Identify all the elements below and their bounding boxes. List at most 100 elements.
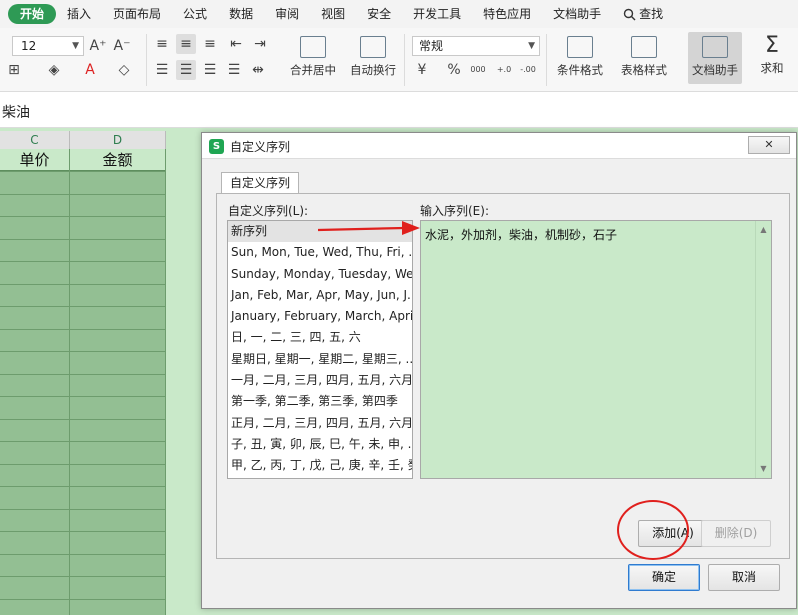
gridline xyxy=(0,486,166,487)
align-center-icon[interactable]: ☰ xyxy=(176,60,196,80)
gridline xyxy=(0,171,166,172)
auto-wrap-button[interactable]: 自动换行 xyxy=(348,36,398,78)
currency-icon[interactable]: ¥ xyxy=(412,60,432,80)
list-item[interactable]: 子, 丑, 寅, 卯, 辰, 巳, 午, 未, 申, ... xyxy=(228,434,412,455)
menu-home[interactable]: 开始 xyxy=(8,4,57,24)
cell-unit-price-header[interactable]: 单价 xyxy=(0,149,70,171)
align-left-icon[interactable]: ☰ xyxy=(152,60,172,80)
gridline xyxy=(0,284,166,285)
conditional-format-icon xyxy=(567,36,593,58)
column-header-d[interactable]: D xyxy=(70,131,166,149)
formula-value: 柴油 xyxy=(2,105,30,121)
ok-button[interactable]: 确定 xyxy=(628,564,700,591)
menu-features[interactable]: 特色应用 xyxy=(472,4,542,24)
menu-security[interactable]: 安全 xyxy=(356,4,402,24)
formula-bar[interactable]: 柴油 xyxy=(0,92,798,128)
list-item[interactable]: Sun, Mon, Tue, Wed, Thu, Fri, ... xyxy=(228,242,412,263)
font-color-icon[interactable]: A xyxy=(80,60,100,80)
indent-decrease-icon[interactable]: ⇤ xyxy=(226,34,246,54)
sum-button[interactable]: Σ 求和 xyxy=(752,34,792,76)
list-item[interactable]: 日, 一, 二, 三, 四, 五, 六 xyxy=(228,327,412,348)
menu-view[interactable]: 视图 xyxy=(310,4,356,24)
gridline xyxy=(0,441,166,442)
menu-bar: 开始 插入 页面布局 公式 数据 审阅 视图 安全 开发工具 特色应用 文档助手… xyxy=(0,0,798,28)
gridline xyxy=(0,599,166,600)
menu-data[interactable]: 数据 xyxy=(218,4,264,24)
merge-cells-icon xyxy=(300,36,326,58)
gridline xyxy=(0,509,166,510)
fill-color-icon[interactable]: ◈ xyxy=(44,60,64,80)
justify-icon[interactable]: ☰ xyxy=(224,60,244,80)
list-item[interactable]: 第一季, 第二季, 第三季, 第四季 xyxy=(228,391,412,412)
gridline xyxy=(0,374,166,375)
auto-wrap-label: 自动换行 xyxy=(350,63,396,77)
thousands-separator-icon[interactable]: 000 xyxy=(468,60,488,80)
menu-developer[interactable]: 开发工具 xyxy=(402,4,472,24)
merge-center-button[interactable]: 合并居中 xyxy=(284,36,342,78)
conditional-format-button[interactable]: 条件格式 xyxy=(552,36,608,78)
gridline xyxy=(0,329,166,330)
cell-amount-header[interactable]: 金额 xyxy=(70,149,166,171)
close-icon: ✕ xyxy=(764,138,774,151)
gridline xyxy=(0,464,166,465)
chevron-down-icon: ▼ xyxy=(72,41,79,51)
gridline xyxy=(0,576,166,577)
dialog-title: 自定义序列 xyxy=(230,140,291,154)
close-button[interactable]: ✕ xyxy=(748,136,790,154)
align-middle-icon[interactable]: ≡ xyxy=(176,34,196,54)
tab-custom-list[interactable]: 自定义序列 xyxy=(221,172,299,194)
list-item[interactable]: Sunday, Monday, Tuesday, We... xyxy=(228,264,412,285)
list-item[interactable]: 一月, 二月, 三月, 四月, 五月, 六月... xyxy=(228,370,412,391)
sequence-input[interactable]: 水泥，外加剂，柴油，机制砂，石子 ▲ ▼ xyxy=(420,220,772,479)
search-icon xyxy=(623,8,636,20)
delete-button[interactable]: 删除(D) xyxy=(701,520,771,547)
list-item[interactable]: 甲, 乙, 丙, 丁, 戊, 己, 庚, 辛, 壬, 癸 xyxy=(228,455,412,476)
sequence-input-value: 水泥，外加剂，柴油，机制砂，石子 xyxy=(425,228,618,242)
merge-center-label: 合并居中 xyxy=(290,63,336,77)
menu-review[interactable]: 审阅 xyxy=(264,4,310,24)
cell-grid[interactable]: 单价 金额 xyxy=(0,149,166,615)
list-item[interactable]: January, February, March, Apri... xyxy=(228,306,412,327)
doc-assistant-icon xyxy=(702,36,728,58)
custom-list-box[interactable]: 新序列 Sun, Mon, Tue, Wed, Thu, Fri, ... Sund… xyxy=(227,220,413,479)
percent-icon[interactable]: % xyxy=(444,60,464,80)
tab-panel: 自定义序列(L): 输入序列(E): 新序列 Sun, Mon, Tue, Wed… xyxy=(216,193,790,559)
menu-insert[interactable]: 插入 xyxy=(56,4,102,24)
column-header-c[interactable]: C xyxy=(0,131,70,149)
increase-decimal-icon[interactable]: +.0 xyxy=(494,60,514,80)
scroll-down-icon[interactable]: ▼ xyxy=(756,462,771,476)
list-item[interactable]: Jan, Feb, Mar, Apr, May, Jun, J... xyxy=(228,285,412,306)
doc-assistant-label: 文档助手 xyxy=(692,63,738,77)
list-item[interactable]: 星期日, 星期一, 星期二, 星期三, ... xyxy=(228,349,412,370)
eraser-icon[interactable]: ◇ xyxy=(114,60,134,80)
doc-assistant-button[interactable]: 文档助手 xyxy=(688,32,742,84)
font-size-select[interactable]: 12 ▼ xyxy=(12,36,84,56)
sequence-scrollbar[interactable]: ▲ ▼ xyxy=(755,221,771,478)
number-format-select[interactable]: 常规 ▼ xyxy=(412,36,540,56)
decrease-decimal-icon[interactable]: -.00 xyxy=(518,60,538,80)
cancel-button[interactable]: 取消 xyxy=(708,564,780,591)
align-top-icon[interactable]: ≡ xyxy=(152,34,172,54)
gridline xyxy=(0,531,166,532)
table-style-button[interactable]: 表格样式 xyxy=(616,36,672,78)
annotation-circle xyxy=(617,500,689,560)
align-bottom-icon[interactable]: ≡ xyxy=(200,34,220,54)
wps-logo-icon: S xyxy=(209,139,224,154)
list-item[interactable]: 正月, 二月, 三月, 四月, 五月, 六月... xyxy=(228,413,412,434)
align-right-icon[interactable]: ☰ xyxy=(200,60,220,80)
gridline xyxy=(0,194,166,195)
sum-label: 求和 xyxy=(760,61,784,75)
menu-page-layout[interactable]: 页面布局 xyxy=(102,4,172,24)
list-label: 自定义序列(L): xyxy=(228,204,309,218)
scroll-up-icon[interactable]: ▲ xyxy=(756,223,771,237)
menu-search[interactable]: 查找 xyxy=(612,4,674,24)
border-icon[interactable]: ⊞ xyxy=(4,60,24,80)
menu-doc-assistant[interactable]: 文档助手 xyxy=(542,4,612,24)
font-grow-icon[interactable]: A⁺ xyxy=(88,36,108,56)
gridline xyxy=(0,306,166,307)
font-shrink-icon[interactable]: A⁻ xyxy=(112,36,132,56)
indent-increase-icon[interactable]: ⇥ xyxy=(250,34,270,54)
search-label: 查找 xyxy=(639,7,664,21)
menu-formulas[interactable]: 公式 xyxy=(172,4,218,24)
distribute-icon[interactable]: ⇹ xyxy=(248,60,268,80)
